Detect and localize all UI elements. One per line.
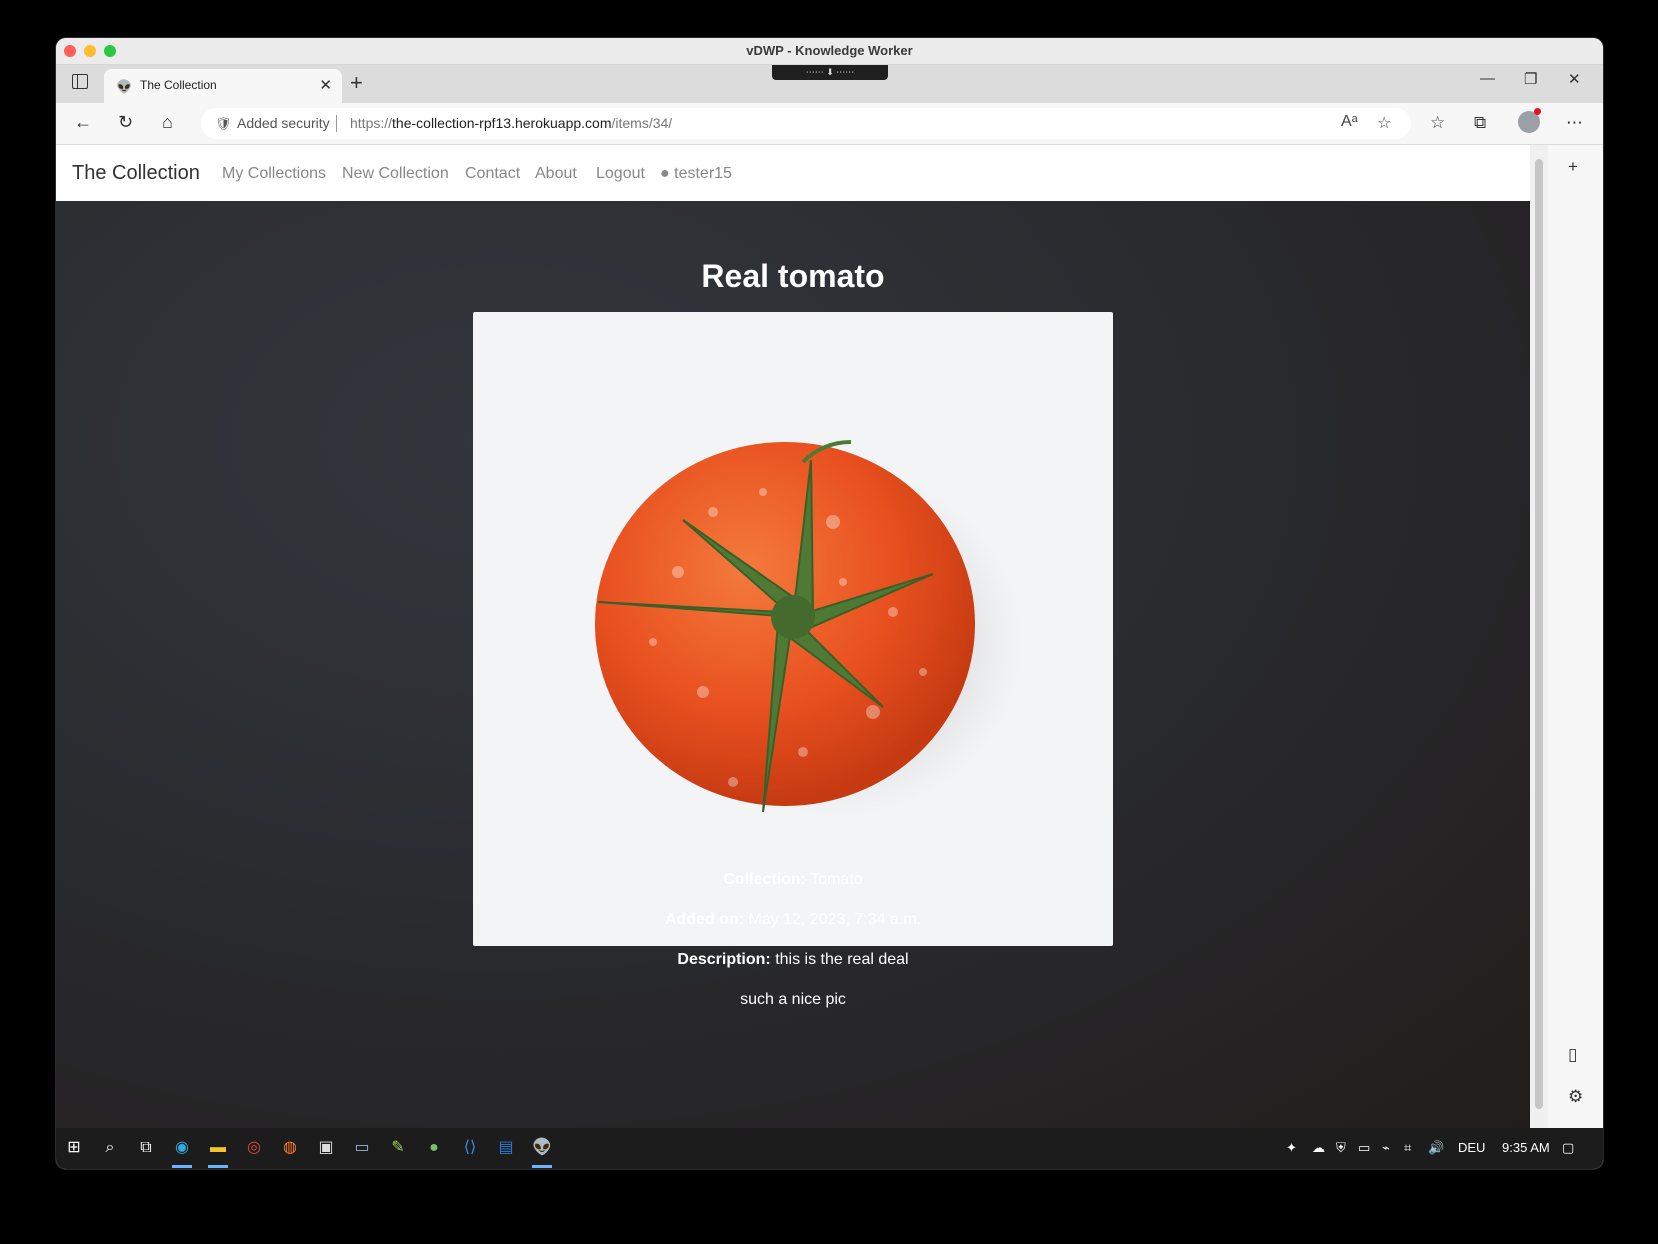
windows-taskbar: ⊞ ⌕ ⧉ ◉ ▬ ◎ ◍ ▣ ▭ ✎ ● ⟨⟩ ▤ 👽 ✦ ☁ ⛨ ▭ ⌁ ⌗…	[56, 1128, 1603, 1169]
tab-strip: 👽 The Collection ✕ + ⋯⋯ ⬇ ⋯⋯ — ❐ ✕	[56, 65, 1603, 103]
task-view-icon[interactable]: ⧉	[136, 1138, 156, 1158]
description-label: Description:	[677, 951, 771, 968]
collection-label: Collection:	[723, 871, 807, 888]
zoom-window-button[interactable]	[104, 45, 116, 57]
volume-icon[interactable]: 🔊	[1428, 1140, 1444, 1156]
more-menu-icon[interactable]: ⋯	[1566, 113, 1583, 133]
description-value: this is the real deal	[775, 951, 909, 968]
browser-window: vDWP - Knowledge Worker 👽 The Collection…	[56, 38, 1603, 1169]
minimize-icon[interactable]: —	[1480, 70, 1495, 87]
url-prefix: https://	[350, 115, 393, 131]
app-icon[interactable]: ●	[424, 1138, 444, 1158]
address-bar[interactable]: 🛡 Added security https://the-collection-…	[201, 108, 1411, 139]
active-indicator	[172, 1165, 192, 1168]
app-icon[interactable]: ▣	[316, 1138, 336, 1158]
close-window-icon[interactable]: ✕	[1568, 70, 1581, 88]
alien-icon: 👽	[116, 79, 133, 94]
notification-icon[interactable]: ▢	[1562, 1140, 1574, 1156]
shield-icon[interactable]: 🛡	[215, 116, 232, 132]
username: tester15	[674, 165, 732, 182]
favorites-icon[interactable]: ☆	[1430, 113, 1445, 133]
new-tab-button[interactable]: +	[350, 70, 363, 96]
brand-link[interactable]: The Collection	[72, 162, 200, 185]
language-indicator[interactable]: DEU	[1458, 1140, 1485, 1155]
page-viewport: The Collection My Collections New Collec…	[56, 145, 1530, 1128]
nav-logout[interactable]: Logout	[596, 165, 645, 183]
close-icon[interactable]: ✕	[319, 76, 332, 94]
chrome-icon[interactable]: ◎	[244, 1138, 264, 1158]
nav-new-collection[interactable]: New Collection	[342, 165, 449, 183]
edge-icon[interactable]: ◉	[172, 1138, 192, 1158]
terminal-icon[interactable]: ▭	[352, 1138, 372, 1158]
nav-about[interactable]: About	[535, 165, 577, 183]
user-circle-icon: ●	[660, 165, 670, 182]
tomato-image	[595, 440, 1023, 817]
nav-my-collections[interactable]: My Collections	[222, 165, 326, 183]
security-icon[interactable]: ⛨	[1336, 1140, 1346, 1156]
collection-link[interactable]: Tomato	[810, 871, 862, 888]
added-detail: Added on: May 12, 2023, 7:34 a.m.	[56, 911, 1530, 929]
usb-icon[interactable]: ⌁	[1382, 1140, 1390, 1156]
url-path: /items/34/	[611, 115, 673, 131]
item-note: such a nice pic	[740, 991, 846, 1008]
item-image	[473, 312, 1113, 946]
edge-sidebar: + ▯ ⚙	[1548, 145, 1603, 1128]
notification-dot	[1534, 108, 1541, 115]
window-title: vDWP - Knowledge Worker	[746, 43, 913, 58]
alien-icon[interactable]: 👽	[532, 1138, 552, 1158]
add-sidebar-icon[interactable]: +	[1568, 157, 1578, 177]
start-icon[interactable]: ⊞	[64, 1138, 84, 1158]
site-navbar: The Collection My Collections New Collec…	[56, 145, 1530, 201]
firefox-icon[interactable]: ◍	[280, 1138, 300, 1158]
read-aloud-icon[interactable]: Aᵃ	[1341, 113, 1358, 131]
restore-icon[interactable]: ❐	[1524, 70, 1537, 88]
tab-actions-icon[interactable]	[72, 74, 88, 89]
item-title: Real tomato	[701, 258, 885, 294]
url-host: the-collection-rpf13.herokuapp.com	[392, 115, 612, 131]
add-favorite-icon[interactable]: ☆	[1377, 113, 1391, 133]
window-titlebar: vDWP - Knowledge Worker	[56, 38, 1603, 65]
collection-detail: Collection: Tomato	[56, 871, 1530, 889]
panel-icon[interactable]: ▯	[1568, 1045, 1577, 1065]
divider	[336, 115, 337, 132]
security-label[interactable]: Added security	[237, 115, 330, 131]
file-explorer-icon[interactable]: ▬	[208, 1138, 228, 1158]
vscode-icon[interactable]: ⟨⟩	[460, 1138, 480, 1158]
url-text[interactable]: https://the-collection-rpf13.herokuapp.c…	[350, 115, 672, 131]
active-indicator	[208, 1165, 228, 1168]
address-bar-row: ← ↻ ⌂ 🛡 Added security https://the-colle…	[56, 103, 1603, 145]
refresh-icon[interactable]: ↻	[118, 112, 133, 133]
nav-contact[interactable]: Contact	[465, 165, 520, 183]
gear-icon[interactable]: ⚙	[1568, 1087, 1583, 1107]
display-icon[interactable]: ▭	[1358, 1140, 1370, 1156]
remote-session-bar[interactable]: ⋯⋯ ⬇ ⋯⋯	[772, 65, 888, 80]
tab-title: The Collection	[140, 78, 217, 92]
network-icon[interactable]: ⌗	[1404, 1140, 1411, 1156]
tray-app-icon[interactable]: ✦	[1286, 1140, 1297, 1156]
user-menu[interactable]: ● tester15	[660, 165, 732, 183]
search-icon[interactable]: ⌕	[100, 1138, 120, 1158]
added-value: May 12, 2023, 7:34 a.m.	[748, 911, 922, 928]
close-window-button[interactable]	[64, 45, 76, 57]
active-indicator	[532, 1165, 552, 1168]
outlook-icon[interactable]: ▤	[496, 1138, 516, 1158]
collections-icon[interactable]: ⧉	[1474, 113, 1486, 133]
home-icon[interactable]: ⌂	[162, 112, 173, 133]
minimize-window-button[interactable]	[84, 45, 96, 57]
tab-the-collection[interactable]: 👽 The Collection ✕	[104, 69, 342, 103]
added-label: Added on:	[664, 911, 745, 928]
back-icon[interactable]: ←	[74, 112, 92, 133]
page-scrollbar[interactable]	[1530, 145, 1548, 1128]
clock[interactable]: 9:35 AM	[1502, 1140, 1550, 1155]
scrollbar-thumb[interactable]	[1535, 159, 1543, 1109]
notepad-icon[interactable]: ✎	[388, 1138, 408, 1158]
onedrive-icon[interactable]: ☁	[1312, 1140, 1325, 1156]
description-detail: Description: this is the real deal	[56, 951, 1530, 969]
